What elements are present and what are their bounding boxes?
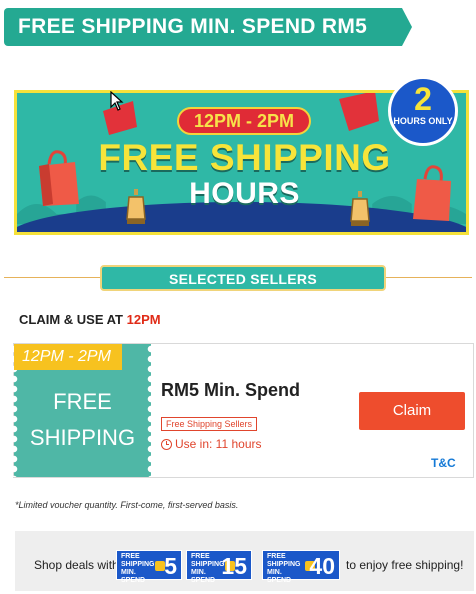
hero-title-line2: HOURS: [189, 177, 300, 210]
claim-button[interactable]: Claim: [359, 392, 465, 430]
voucher-stub-text: FREE SHIPPING: [14, 384, 151, 456]
hero-title-line1: FREE SHIPPING: [98, 137, 391, 178]
badge-value: 15: [221, 553, 247, 579]
claim-header-time: 12PM: [126, 312, 161, 327]
voucher-validity: Use in: 11 hours: [161, 437, 262, 451]
free-shipping-min-5-badge[interactable]: FREE SHIPPING MIN. SPEND 5: [116, 550, 182, 584]
free-shipping-min-40-badge[interactable]: FREE SHIPPING MIN. SPEND 40: [262, 550, 340, 584]
mouse-cursor-icon: [110, 91, 124, 111]
voucher-time-tag: 12PM - 2PM: [14, 344, 122, 370]
time-pill: 12PM - 2PM: [177, 107, 311, 135]
voucher-card: 12PM - 2PM FREE SHIPPING RM5 Min. Spend …: [9, 343, 474, 478]
free-shipping-min-15-badge[interactable]: FREE SHIPPING MIN. SPEND 15: [186, 550, 252, 584]
voucher-stub-line2: SHIPPING: [29, 425, 136, 450]
badge-value: 40: [309, 553, 335, 579]
shop-deals-footer: Shop deals with FREE SHIPPING MIN. SPEND…: [15, 531, 474, 591]
disclaimer-text: *Limited voucher quantity. First-come, f…: [15, 500, 239, 510]
badge-text: HOURS ONLY: [393, 116, 453, 126]
two-hours-badge: 2 HOURS ONLY: [388, 76, 458, 146]
voucher-title: RM5 Min. Spend: [161, 380, 300, 400]
top-ribbon-title: FREE SHIPPING MIN. SPEND RM5: [18, 15, 368, 38]
footer-right-text: to enjoy free shipping!: [346, 558, 464, 572]
voucher-stub: 12PM - 2PM FREE SHIPPING: [9, 344, 156, 477]
badge-value: 5: [164, 553, 177, 579]
voucher-stub-line1: FREE: [53, 389, 112, 414]
claim-header: CLAIM & USE AT 12PM: [19, 312, 161, 327]
claim-header-prefix: CLAIM & USE AT: [19, 312, 127, 327]
section-header-pill: SELECTED SELLERS: [100, 265, 386, 291]
footer-left-text: Shop deals with: [34, 558, 119, 572]
clock-icon: [161, 438, 172, 450]
voucher-use-in: Use in: 11 hours: [175, 437, 262, 451]
badge-label: FREE SHIPPING MIN. SPEND: [121, 553, 155, 584]
voucher-category-tag: Free Shipping Sellers: [161, 417, 258, 431]
free-shipping-flag-right-icon: [339, 93, 379, 131]
terms-and-conditions-link[interactable]: T&C: [431, 456, 456, 470]
badge-number: 2: [414, 81, 432, 117]
top-ribbon: FREE SHIPPING MIN. SPEND RM5: [4, 8, 412, 46]
section-label: SELECTED SELLERS: [169, 271, 317, 287]
badge-label: FREE SHIPPING MIN. SPEND: [267, 553, 301, 584]
